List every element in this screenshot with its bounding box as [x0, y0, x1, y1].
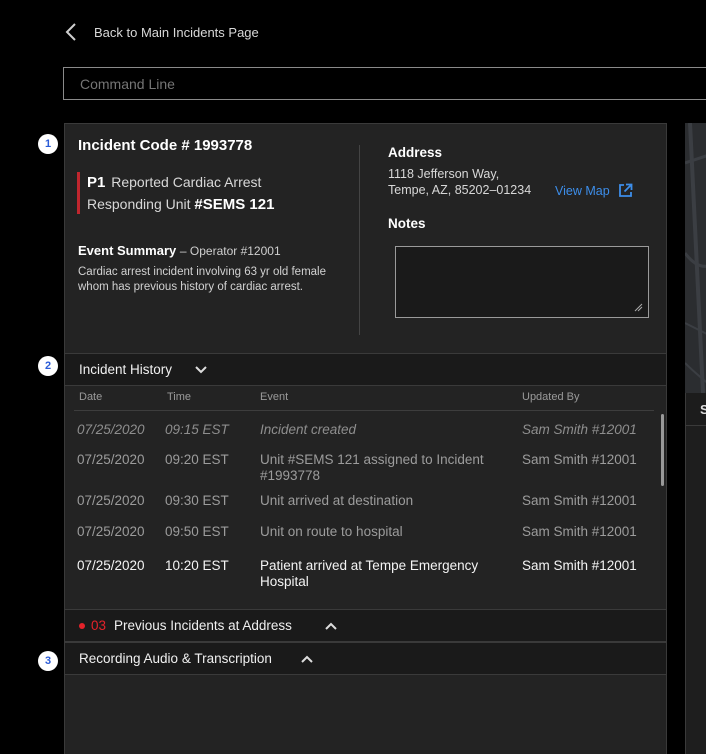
command-line-input[interactable] [63, 67, 706, 100]
cell-time: 10:20 EST [165, 558, 229, 573]
map-roads [685, 123, 706, 393]
incident-history-title: Incident History [79, 362, 173, 377]
right-panel: S [685, 393, 706, 754]
cell-event: Unit arrived at destination [260, 493, 414, 508]
previous-incidents-label: Previous Incidents at Address [114, 618, 292, 633]
incident-history-toggle[interactable]: Incident History [65, 353, 666, 386]
priority-line: P1 Reported Cardiac Arrest [87, 174, 261, 191]
chevron-left-icon [65, 23, 76, 41]
history-scrollbar[interactable] [661, 414, 664, 486]
cell-date: 07/25/2020 [77, 558, 145, 573]
event-summary-text: Cardiac arrest incident involving 63 yr … [78, 266, 327, 293]
map-preview[interactable] [685, 123, 706, 393]
alert-dot [79, 622, 85, 629]
screen: Back to Main Incidents Page S 1 Incident… [0, 0, 706, 754]
view-map-label: View Map [555, 183, 610, 198]
priority-level: P1 [87, 174, 106, 191]
event-summary-title: Event Summary – Operator #12001 [78, 243, 281, 258]
column-header-time: Time [167, 391, 192, 403]
incident-code: Incident Code # 1993778 [78, 137, 253, 154]
cell-time: 09:30 EST [165, 493, 229, 508]
priority-text: Reported Cardiac Arrest [111, 174, 262, 190]
back-link-label: Back to Main Incidents Page [94, 24, 259, 40]
resize-grip-icon[interactable] [633, 302, 643, 312]
chevron-up-icon [325, 622, 337, 630]
address-line-1: 1118 Jefferson Way, [388, 167, 500, 181]
column-header-updated-by: Updated By [522, 391, 580, 403]
column-header-date: Date [79, 391, 103, 403]
cell-updated-by: Sam Smith #12001 [522, 493, 637, 508]
cell-date: 07/25/2020 [77, 422, 145, 437]
responding-label: Responding Unit [87, 196, 191, 212]
previous-incidents-count: 03 [91, 618, 107, 633]
responding-unit-line: Responding Unit #SEMS 121 [87, 196, 274, 213]
event-summary-operator: – Operator #12001 [179, 244, 281, 258]
chevron-up-icon [301, 655, 313, 663]
right-panel-header: S [686, 393, 706, 426]
recording-title: Recording Audio & Transcription [79, 651, 272, 666]
recording-toggle[interactable]: Recording Audio & Transcription [65, 642, 666, 675]
cell-date: 07/25/2020 [77, 524, 145, 539]
cell-updated-by: Sam Smith #12001 [522, 422, 637, 437]
cell-time: 09:20 EST [165, 452, 229, 467]
cell-updated-by: Sam Smith #12001 [522, 452, 637, 467]
cell-time: 09:50 EST [165, 524, 229, 539]
cell-event: Unit on route to hospital [260, 524, 403, 539]
table-header-divider [74, 410, 654, 411]
column-divider [359, 145, 360, 335]
event-summary-label: Event Summary [78, 243, 177, 258]
address-label: Address [388, 145, 443, 160]
view-map-link[interactable]: View Map [555, 183, 633, 198]
cell-date: 07/25/2020 [77, 493, 145, 508]
back-link[interactable]: Back to Main Incidents Page [64, 22, 259, 42]
step-badge-3: 3 [38, 651, 58, 671]
responding-unit: #SEMS 121 [194, 196, 275, 213]
cell-event: Incident created [260, 422, 357, 437]
address-line-2: Tempe, AZ, 85202–01234 [388, 183, 532, 197]
cell-date: 07/25/2020 [77, 452, 145, 467]
step-badge-1: 1 [38, 134, 58, 154]
priority-indicator [77, 172, 80, 214]
cell-time: 09:15 EST [165, 422, 229, 437]
cell-updated-by: Sam Smith #12001 [522, 524, 637, 539]
cell-event: Patient arrived at Tempe Emergency Hospi… [260, 558, 479, 589]
cell-updated-by: Sam Smith #12001 [522, 558, 637, 573]
notes-label: Notes [388, 216, 426, 231]
previous-incidents-toggle[interactable]: 03 Previous Incidents at Address [65, 609, 666, 642]
notes-field[interactable] [395, 246, 649, 318]
column-header-event: Event [260, 391, 289, 403]
chevron-down-icon [195, 365, 207, 373]
step-badge-2: 2 [38, 356, 58, 376]
external-link-icon [618, 183, 633, 197]
cell-event: Unit #SEMS 121 assigned to Incident #199… [260, 452, 484, 483]
